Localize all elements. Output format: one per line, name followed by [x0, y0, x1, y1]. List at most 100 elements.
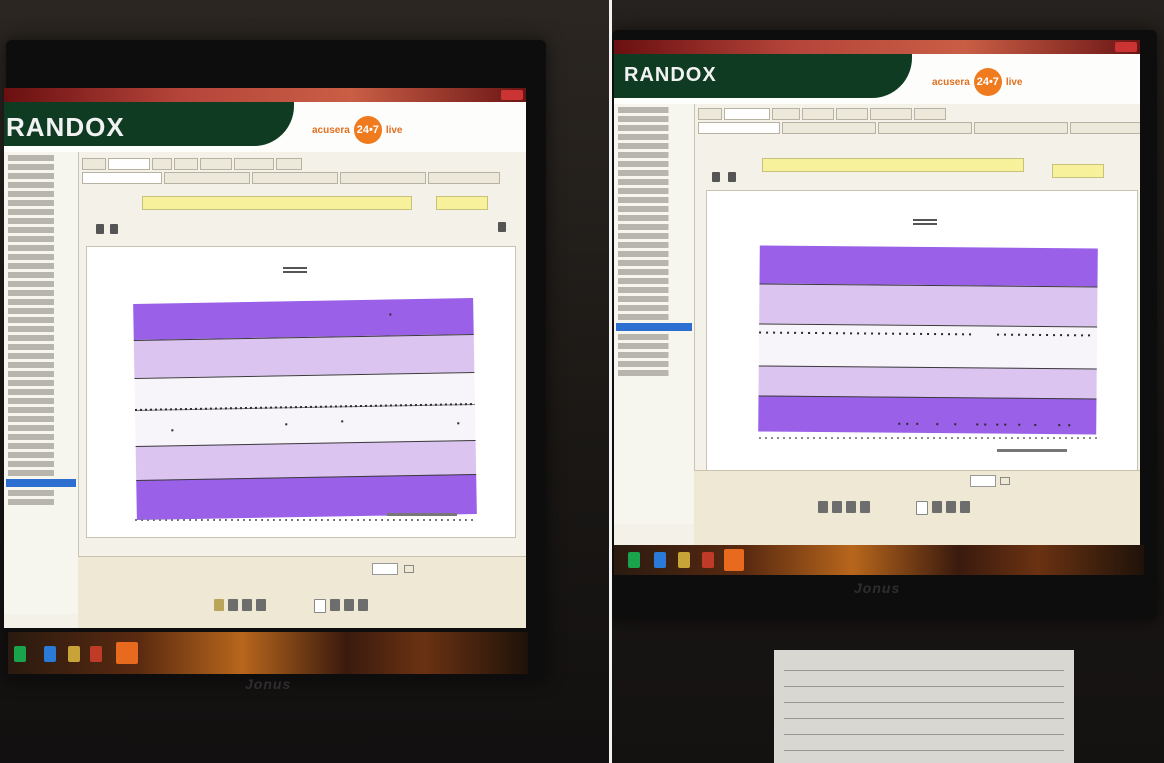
tab[interactable] [200, 158, 232, 170]
blank-icon[interactable] [916, 501, 928, 515]
chart-title [283, 265, 307, 275]
document-icon[interactable] [344, 599, 354, 611]
sidebar-tree[interactable] [4, 152, 79, 614]
tab[interactable] [802, 108, 834, 120]
monitor-screen: RANDOX acusera 24•7 live [614, 40, 1140, 545]
document-icon[interactable] [960, 501, 970, 513]
document-icon[interactable] [228, 599, 238, 611]
qc-point [429, 403, 432, 406]
tab[interactable] [174, 158, 198, 170]
qc-point [822, 332, 825, 335]
qc-point [892, 332, 895, 335]
qc-point [836, 332, 839, 335]
document-icon[interactable] [358, 599, 368, 611]
tab[interactable] [870, 108, 912, 120]
tab[interactable] [82, 158, 106, 170]
test-selector-field[interactable] [762, 158, 1024, 172]
taskbar-app-icon[interactable] [14, 646, 26, 662]
lot-selector-field[interactable] [436, 196, 488, 210]
tab[interactable] [1070, 122, 1140, 134]
prev-icon[interactable] [96, 224, 104, 234]
qc-point [976, 423, 979, 426]
printer-icon[interactable] [498, 222, 506, 232]
document-icon[interactable] [846, 501, 856, 513]
qc-point [906, 332, 909, 335]
qc-point [969, 333, 972, 336]
qc-point [389, 313, 392, 316]
qc-point [808, 331, 811, 334]
folder-icon[interactable] [678, 552, 690, 568]
tab-active[interactable] [724, 108, 770, 120]
tab[interactable] [772, 108, 800, 120]
tab[interactable] [974, 122, 1068, 134]
qc-point [962, 333, 965, 336]
tab-active[interactable] [82, 172, 162, 184]
qc-point [941, 333, 944, 336]
checkbox[interactable] [404, 565, 414, 573]
document-icon[interactable] [860, 501, 870, 513]
tab[interactable] [782, 122, 876, 134]
document-icon[interactable] [818, 501, 828, 513]
tab-active[interactable] [108, 158, 150, 170]
chart-plot-area [758, 245, 1098, 435]
ok-button[interactable] [372, 563, 398, 575]
tab[interactable] [428, 172, 500, 184]
tab[interactable] [340, 172, 426, 184]
folder-icon[interactable] [68, 646, 80, 662]
ok-button[interactable] [970, 475, 996, 487]
taskbar-app-icon[interactable] [702, 552, 714, 568]
windows-taskbar [614, 545, 1144, 575]
document-icon[interactable] [932, 501, 942, 513]
tab-active[interactable] [698, 122, 780, 134]
prev-icon[interactable] [712, 172, 720, 182]
qc-point [174, 408, 178, 411]
close-icon[interactable] [501, 90, 523, 100]
qc-point [899, 332, 902, 335]
test-selector-field[interactable] [142, 196, 412, 210]
tab[interactable] [234, 158, 274, 170]
qc-point [916, 422, 919, 425]
tab[interactable] [914, 108, 946, 120]
app-header: RANDOX acusera 24•7 live [4, 102, 526, 152]
next-icon[interactable] [110, 224, 118, 234]
browser-icon[interactable] [654, 552, 666, 568]
document-icon[interactable] [832, 501, 842, 513]
checkbox[interactable] [1000, 477, 1010, 485]
qc-point [409, 404, 412, 407]
acusera-logo: acusera 24•7 live [312, 116, 403, 144]
tab[interactable] [276, 158, 302, 170]
document-icon[interactable] [256, 599, 266, 611]
qc-point [439, 403, 442, 406]
blank-icon[interactable] [314, 599, 326, 613]
tree-selected-item[interactable] [616, 323, 692, 331]
qc-point [759, 331, 762, 334]
tab[interactable] [164, 172, 250, 184]
document-icon[interactable] [946, 501, 956, 513]
close-icon[interactable] [1115, 42, 1137, 52]
acusera-task-icon[interactable] [724, 549, 744, 571]
qc-point [134, 408, 138, 411]
browser-icon[interactable] [44, 646, 56, 662]
tab[interactable] [836, 108, 868, 120]
qc-point [199, 407, 202, 410]
tab[interactable] [152, 158, 172, 170]
sidebar-tree[interactable] [614, 104, 695, 524]
document-icon[interactable] [242, 599, 252, 611]
qc-point [404, 404, 407, 407]
tab[interactable] [698, 108, 722, 120]
qc-point [954, 423, 957, 426]
tab[interactable] [252, 172, 338, 184]
folder-icon[interactable] [214, 599, 224, 611]
next-icon[interactable] [728, 172, 736, 182]
qc-point [773, 331, 776, 334]
acusera-task-icon[interactable] [116, 642, 138, 664]
lot-selector-field[interactable] [1052, 164, 1104, 178]
document-icon[interactable] [330, 599, 340, 611]
tab[interactable] [878, 122, 972, 134]
taskbar-app-icon[interactable] [90, 646, 102, 662]
taskbar-app-icon[interactable] [628, 552, 640, 568]
qc-point [927, 332, 930, 336]
qc-point [794, 331, 797, 334]
tree-selected-item[interactable] [6, 479, 76, 487]
qc-point [955, 333, 958, 336]
